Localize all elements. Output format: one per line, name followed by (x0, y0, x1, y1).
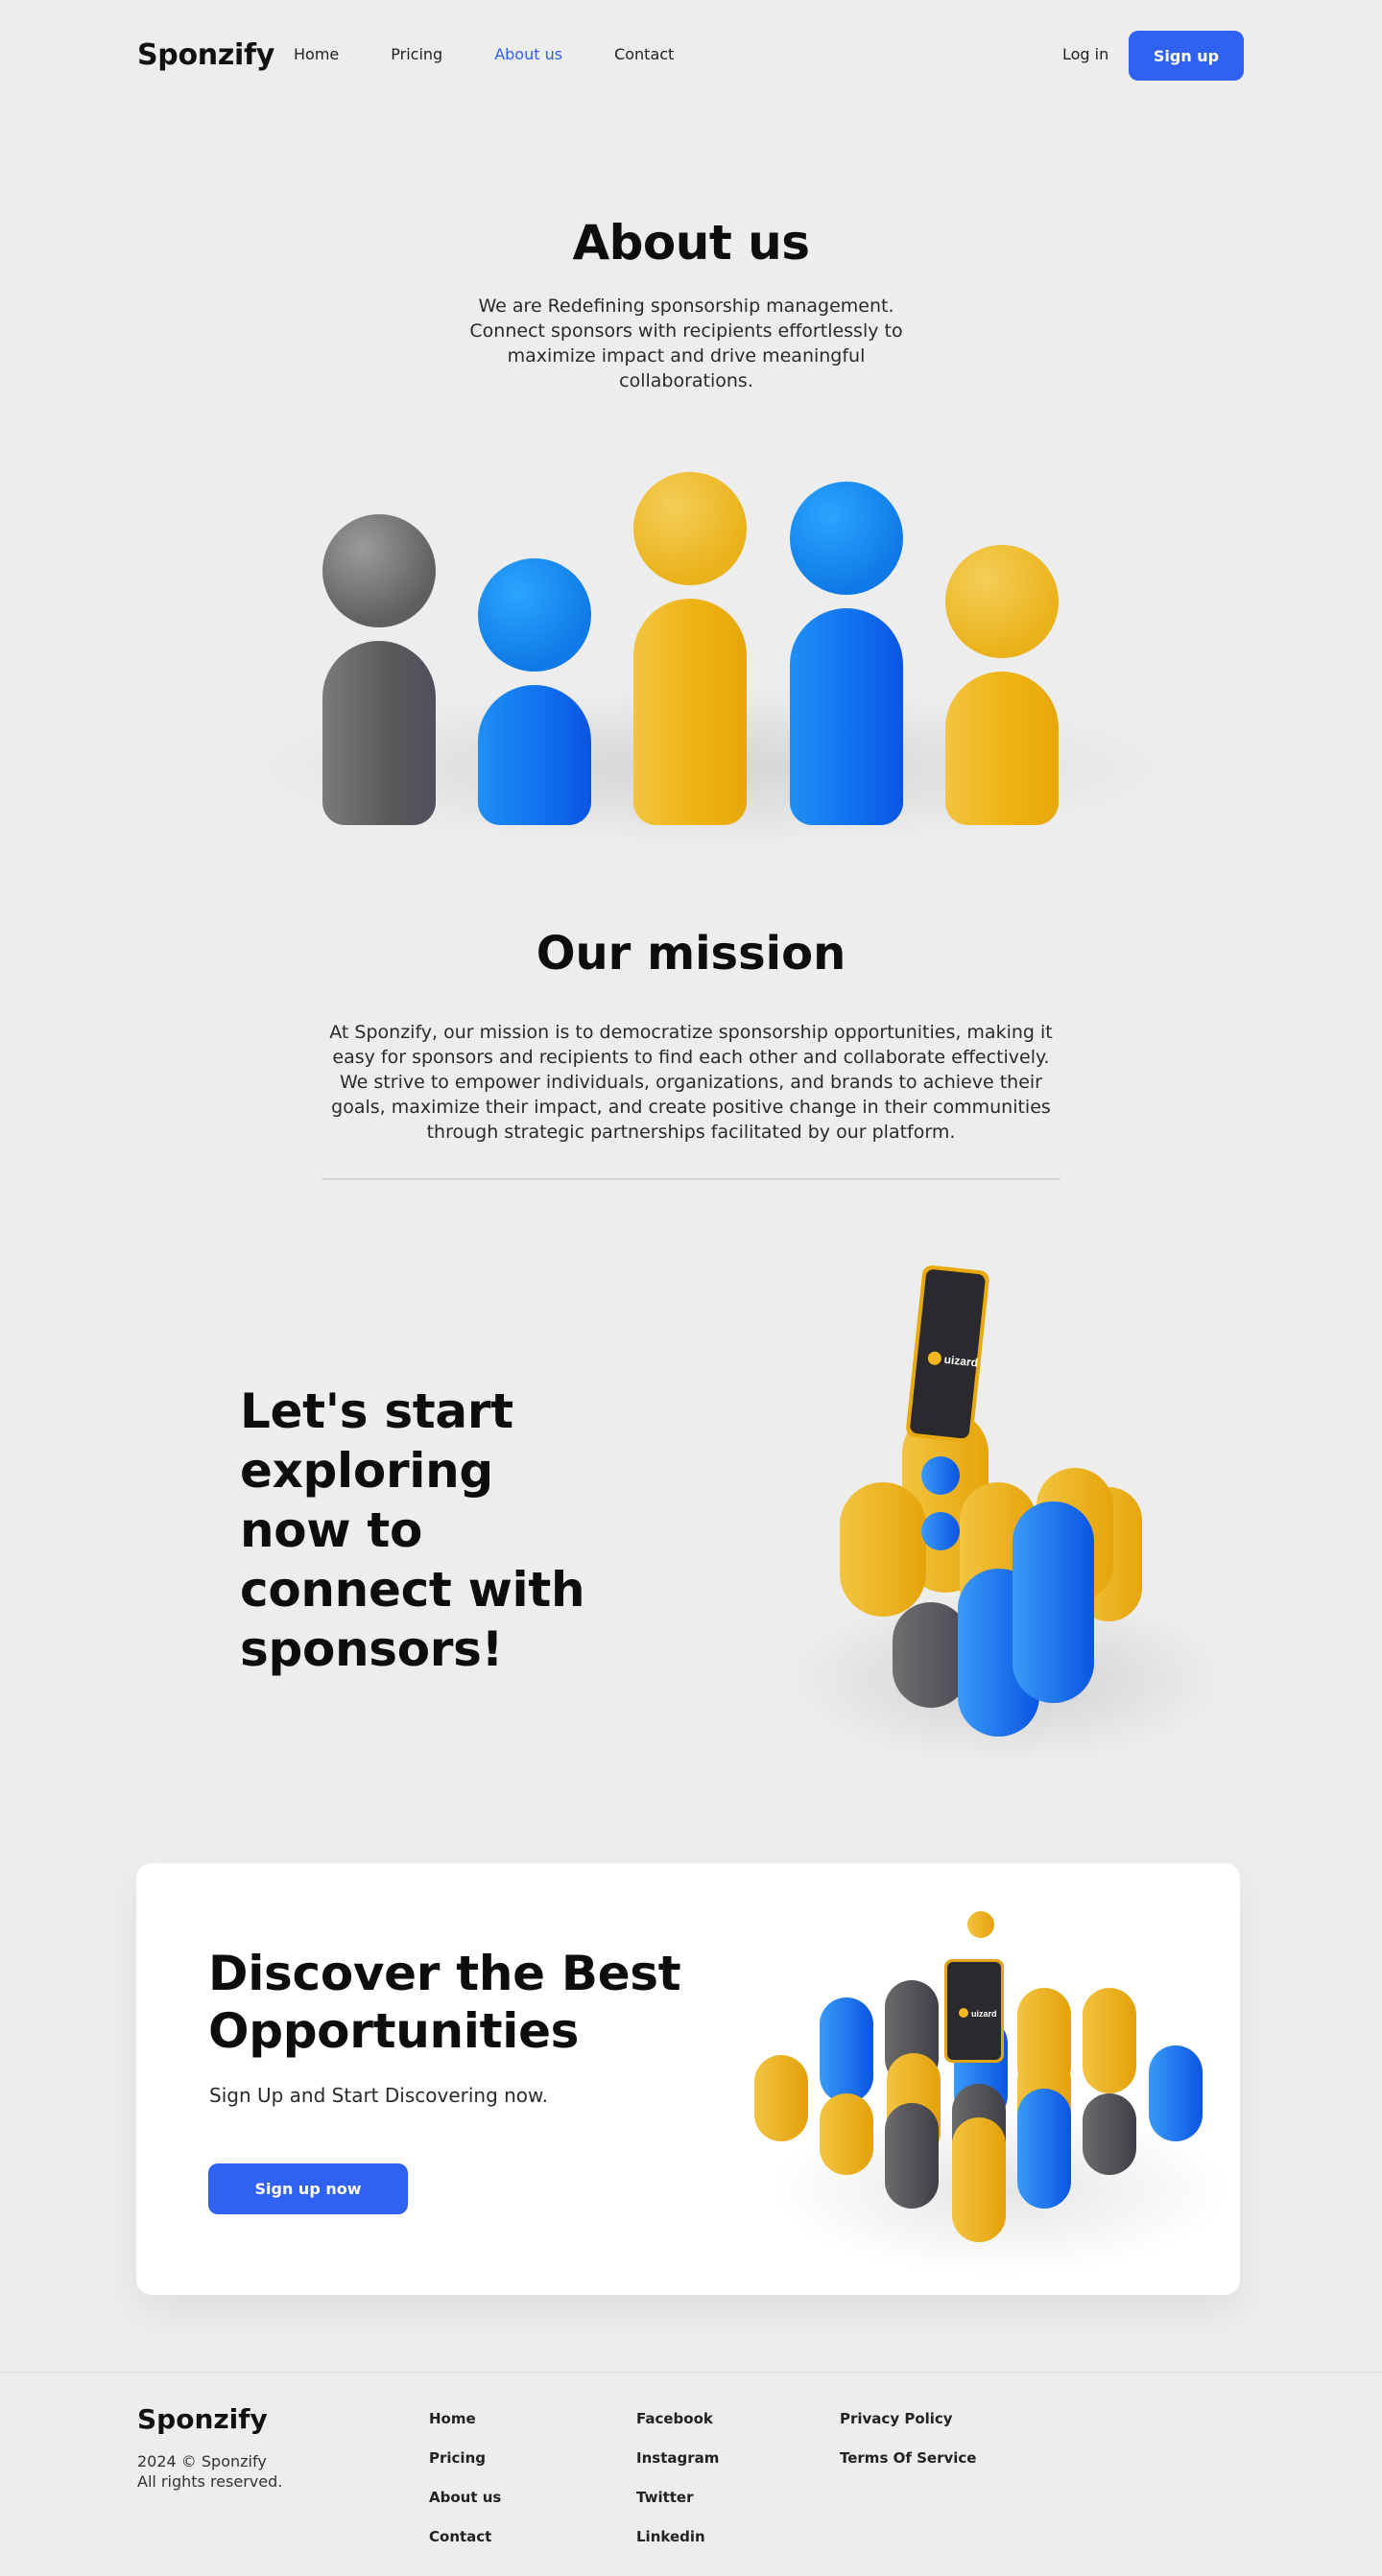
footer-nav-column: Home Pricing About us Contact (429, 2410, 501, 2567)
footer-divider (0, 2372, 1382, 2373)
pillar-yellow (1083, 1988, 1136, 2093)
top-nav: Sponzify Home Pricing About us Contact L… (0, 0, 1382, 111)
mission-title: Our mission (536, 927, 846, 981)
mission-description: At Sponzify, our mission is to democrati… (329, 1022, 1053, 1143)
ball-yellow (967, 1911, 994, 1938)
pillar-gray (1083, 2093, 1136, 2175)
pillar-blue (820, 1997, 873, 2103)
about-title: About us (572, 215, 810, 271)
figure-body-blue (790, 608, 903, 825)
figure-body-yellow (633, 599, 747, 825)
explore-heading: Let's start exploring now to connect wit… (240, 1383, 585, 1677)
login-link[interactable]: Log in (1062, 45, 1108, 63)
footer-link-privacy[interactable]: Privacy Policy (840, 2410, 976, 2449)
pillar-yellow (754, 2055, 808, 2141)
ball-blue (921, 1456, 960, 1495)
figure-head-blue (790, 482, 903, 595)
pillar-yellow (840, 1482, 926, 1617)
copyright-line: 2024 © Sponzify (137, 2452, 267, 2470)
figure-body-blue (478, 685, 591, 825)
signup-now-button[interactable]: Sign up now (208, 2163, 408, 2214)
ball-blue (921, 1512, 960, 1550)
divider (322, 1178, 1060, 1180)
pillar-gray (885, 2103, 939, 2209)
people-illustration (192, 451, 1190, 873)
footer-link-home[interactable]: Home (429, 2410, 501, 2449)
footer-link-linkedin[interactable]: Linkedin (636, 2528, 719, 2567)
nav-link-home[interactable]: Home (294, 45, 339, 63)
pillar-blue (1017, 2089, 1071, 2209)
nav-links: Home Pricing About us Contact (294, 45, 726, 63)
figure-head-yellow (945, 545, 1059, 658)
footer-link-pricing[interactable]: Pricing (429, 2449, 501, 2489)
pillar-blue (1013, 1501, 1094, 1703)
figure-body-yellow (945, 672, 1059, 825)
pillar-yellow (820, 2093, 873, 2175)
cta-subtitle: Sign Up and Start Discovering now. (209, 2084, 548, 2107)
footer-social-column: Facebook Instagram Twitter Linkedin (636, 2410, 719, 2567)
logo[interactable]: Sponzify (137, 38, 274, 72)
footer-link-terms[interactable]: Terms Of Service (840, 2449, 976, 2489)
nav-link-contact[interactable]: Contact (614, 45, 674, 63)
phone-logo-icon (959, 2008, 968, 2018)
pillar-yellow (952, 2117, 1006, 2242)
rights-line: All rights reserved. (137, 2472, 283, 2491)
cta-title: Discover the Best Opportunities (208, 1946, 681, 2059)
figure-head-blue (478, 558, 591, 672)
about-description: We are Redefining sponsorship management… (469, 295, 903, 391)
footer-link-about[interactable]: About us (429, 2489, 501, 2528)
footer-link-instagram[interactable]: Instagram (636, 2449, 719, 2489)
cta-illustration: uizard (754, 1911, 1230, 2276)
explore-illustration: uizard (787, 1264, 1219, 1765)
phone: uizard (944, 1959, 1004, 2063)
signup-button[interactable]: Sign up (1129, 31, 1244, 81)
phone: uizard (906, 1264, 989, 1443)
figure-head-yellow (633, 472, 747, 585)
cta-card: Discover the Best Opportunities Sign Up … (136, 1863, 1240, 2295)
nav-link-about[interactable]: About us (494, 45, 562, 63)
footer-link-facebook[interactable]: Facebook (636, 2410, 719, 2449)
footer-logo[interactable]: Sponzify (137, 2403, 268, 2435)
footer-link-contact[interactable]: Contact (429, 2528, 501, 2567)
figure-head-gray (322, 514, 436, 627)
footer-copyright: 2024 © Sponzify All rights reserved. (137, 2451, 282, 2492)
footer-link-twitter[interactable]: Twitter (636, 2489, 719, 2528)
nav-link-pricing[interactable]: Pricing (391, 45, 442, 63)
pillar-blue (1149, 2045, 1203, 2141)
phone-brand: uizard (971, 2009, 997, 2019)
footer-legal-column: Privacy Policy Terms Of Service (840, 2410, 976, 2489)
figure-body-gray (322, 641, 436, 825)
